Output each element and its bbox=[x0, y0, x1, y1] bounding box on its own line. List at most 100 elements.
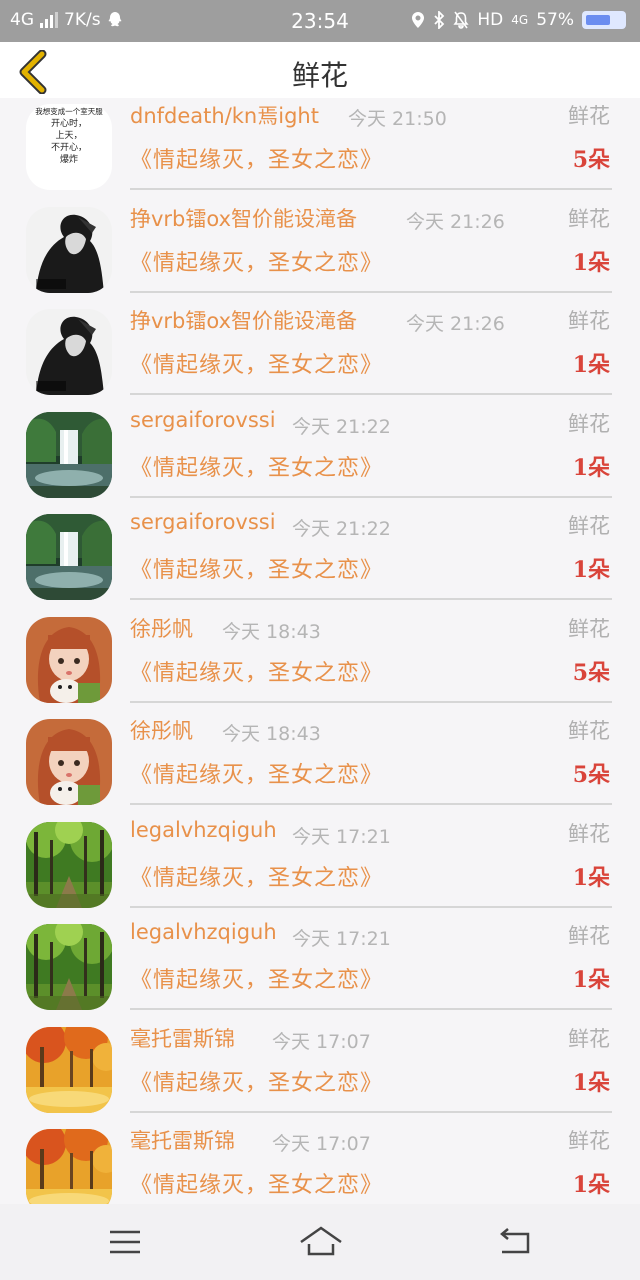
status-bar: 4G 7K/s 23:54 HD 4G 57% bbox=[0, 0, 640, 42]
svg-text:不开心，: 不开心， bbox=[51, 142, 87, 153]
book-title[interactable]: 《情起缘灭，圣女之恋》 bbox=[130, 142, 383, 174]
list-item[interactable]: legalvhzqiguh 今天 17:21 鲜花 《情起缘灭，圣女之恋》 1朵 bbox=[0, 814, 640, 916]
send-time: 今天 17:21 bbox=[292, 928, 391, 950]
book-title[interactable]: 《情起缘灭，圣女之恋》 bbox=[130, 347, 383, 379]
avatar[interactable] bbox=[26, 719, 112, 805]
avatar[interactable] bbox=[26, 514, 112, 600]
book-title[interactable]: 《情起缘灭，圣女之恋》 bbox=[130, 655, 383, 687]
sender-name[interactable]: 毫托雷斯锦 bbox=[130, 1023, 235, 1053]
avatar-doll-image bbox=[26, 719, 112, 805]
divider bbox=[130, 188, 612, 190]
book-title[interactable]: 《情起缘灭，圣女之恋》 bbox=[130, 757, 383, 789]
divider bbox=[130, 393, 612, 395]
send-time: 今天 18:43 bbox=[222, 723, 321, 745]
sender-name[interactable]: legalvhzqiguh bbox=[130, 818, 277, 842]
gift-type: 鲜花 bbox=[568, 924, 610, 948]
gift-type: 鲜花 bbox=[568, 616, 610, 641]
location-icon bbox=[412, 12, 425, 28]
avatar[interactable] bbox=[26, 309, 112, 395]
avatar[interactable] bbox=[26, 924, 112, 1010]
book-title[interactable]: 《情起缘灭，圣女之恋》 bbox=[130, 552, 383, 584]
sender-name[interactable]: 挣vrb镭ox智价能设滝备 bbox=[130, 203, 357, 233]
list-item[interactable]: legalvhzqiguh 今天 17:21 鲜花 《情起缘灭，圣女之恋》 1朵 bbox=[0, 916, 640, 1018]
divider bbox=[130, 803, 612, 805]
list-item[interactable]: 我想变我想变成一个室天服开心时，上天，不开心，爆炸 dnfdeath/kn焉ig… bbox=[0, 98, 640, 198]
gift-type: 鲜花 bbox=[568, 1129, 610, 1153]
list-item[interactable]: 徐彤帆 今天 18:43 鲜花 《情起缘灭，圣女之恋》 5朵 bbox=[0, 609, 640, 711]
gift-count: 1朵 bbox=[572, 864, 610, 891]
back-icon bbox=[500, 1228, 530, 1254]
avatar[interactable] bbox=[26, 206, 112, 293]
avatar[interactable]: 我想变我想变成一个室天服开心时，上天，不开心，爆炸 bbox=[26, 104, 112, 190]
hd-label: HD bbox=[477, 10, 504, 30]
gift-type: 鲜花 bbox=[568, 309, 610, 333]
book-title[interactable]: 《情起缘灭，圣女之恋》 bbox=[130, 860, 383, 892]
avatar-doll-image bbox=[26, 616, 112, 703]
gift-count: 5朵 bbox=[572, 762, 610, 788]
gift-type: 鲜花 bbox=[568, 104, 610, 128]
sender-name[interactable]: 徐彤帆 bbox=[130, 613, 193, 643]
gift-count: 1朵 bbox=[572, 454, 610, 481]
bluetooth-icon bbox=[434, 11, 445, 29]
list-item[interactable]: 徐彤帆 今天 18:43 鲜花 《情起缘灭，圣女之恋》 5朵 bbox=[0, 711, 640, 813]
mute-bell-icon bbox=[453, 11, 469, 29]
gift-count: 5朵 bbox=[572, 659, 610, 686]
avatar[interactable] bbox=[26, 411, 112, 498]
divider bbox=[130, 1110, 612, 1113]
divider bbox=[130, 290, 612, 293]
gift-record-list: 我想变我想变成一个室天服开心时，上天，不开心，爆炸 dnfdeath/kn焉ig… bbox=[0, 98, 640, 1204]
home-button[interactable] bbox=[298, 1222, 344, 1262]
gift-count: 1朵 bbox=[572, 557, 610, 583]
sender-name[interactable]: 挣vrb镭ox智价能设滝备 bbox=[130, 305, 357, 335]
book-title[interactable]: 《情起缘灭，圣女之恋》 bbox=[130, 450, 383, 482]
send-time: 今天 17:07 bbox=[272, 1030, 371, 1053]
avatar[interactable] bbox=[26, 1026, 112, 1113]
avatar-girl-image bbox=[26, 309, 112, 395]
avatar[interactable] bbox=[26, 821, 112, 908]
menu-button[interactable] bbox=[106, 1222, 146, 1262]
svg-text:上天，: 上天， bbox=[55, 130, 82, 141]
gift-type: 鲜花 bbox=[568, 206, 610, 231]
sender-name[interactable]: legalvhzqiguh bbox=[130, 920, 277, 944]
avatar[interactable] bbox=[26, 1129, 112, 1204]
gift-count: 1朵 bbox=[572, 1069, 610, 1096]
book-title[interactable]: 《情起缘灭，圣女之恋》 bbox=[130, 1167, 383, 1199]
send-time: 今天 17:07 bbox=[272, 1133, 371, 1155]
gift-count: 1朵 bbox=[572, 352, 610, 378]
list-item[interactable]: sergaiforovssi 今天 21:22 鲜花 《情起缘灭，圣女之恋》 1… bbox=[0, 404, 640, 506]
avatar-forest-image bbox=[26, 924, 112, 1010]
sender-name[interactable]: sergaiforovssi bbox=[130, 408, 276, 432]
list-item[interactable]: 挣vrb镭ox智价能设滝备 今天 21:26 鲜花 《情起缘灭，圣女之恋》 1朵 bbox=[0, 301, 640, 403]
list-item[interactable]: sergaiforovssi 今天 21:22 鲜花 《情起缘灭，圣女之恋》 1… bbox=[0, 506, 640, 608]
avatar-text-card-image: 我想变我想变成一个室天服开心时，上天，不开心，爆炸 bbox=[26, 104, 112, 190]
book-title[interactable]: 《情起缘灭，圣女之恋》 bbox=[130, 1065, 383, 1097]
list-item[interactable]: 毫托雷斯锦 今天 17:07 鲜花 《情起缘灭，圣女之恋》 1朵 bbox=[0, 1121, 640, 1204]
gift-count: 1朵 bbox=[572, 967, 610, 993]
svg-text:我想变成一个室天服: 我想变成一个室天服 bbox=[35, 106, 103, 116]
avatar-autumn-image bbox=[26, 1026, 112, 1113]
send-time: 今天 21:22 bbox=[292, 415, 391, 438]
divider bbox=[130, 495, 612, 498]
gift-type: 鲜花 bbox=[568, 1026, 610, 1051]
sender-name[interactable]: 徐彤帆 bbox=[130, 715, 193, 745]
book-title[interactable]: 《情起缘灭，圣女之恋》 bbox=[130, 962, 383, 994]
send-time: 今天 18:43 bbox=[222, 620, 321, 643]
svg-text:开心时，: 开心时， bbox=[51, 117, 87, 129]
avatar[interactable] bbox=[26, 616, 112, 703]
battery-icon bbox=[582, 11, 626, 29]
home-icon bbox=[300, 1226, 342, 1256]
avatar-waterfall-image bbox=[26, 514, 112, 600]
gift-type: 鲜花 bbox=[568, 821, 610, 846]
menu-icon bbox=[110, 1230, 140, 1254]
send-time: 今天 21:50 bbox=[348, 108, 447, 130]
list-item[interactable]: 毫托雷斯锦 今天 17:07 鲜花 《情起缘灭，圣女之恋》 1朵 bbox=[0, 1019, 640, 1121]
avatar-girl-image bbox=[26, 206, 112, 293]
book-title[interactable]: 《情起缘灭，圣女之恋》 bbox=[130, 245, 383, 277]
network-type-2: 4G bbox=[511, 13, 529, 27]
list-item[interactable]: 挣vrb镭ox智价能设滝备 今天 21:26 鲜花 《情起缘灭，圣女之恋》 1朵 bbox=[0, 199, 640, 301]
sender-name[interactable]: sergaiforovssi bbox=[130, 510, 276, 534]
sender-name[interactable]: 毫托雷斯锦 bbox=[130, 1125, 235, 1155]
svg-text:我想变: 我想变 bbox=[55, 104, 82, 105]
return-button[interactable] bbox=[496, 1222, 536, 1262]
sender-name[interactable]: dnfdeath/kn焉ight bbox=[130, 100, 319, 130]
